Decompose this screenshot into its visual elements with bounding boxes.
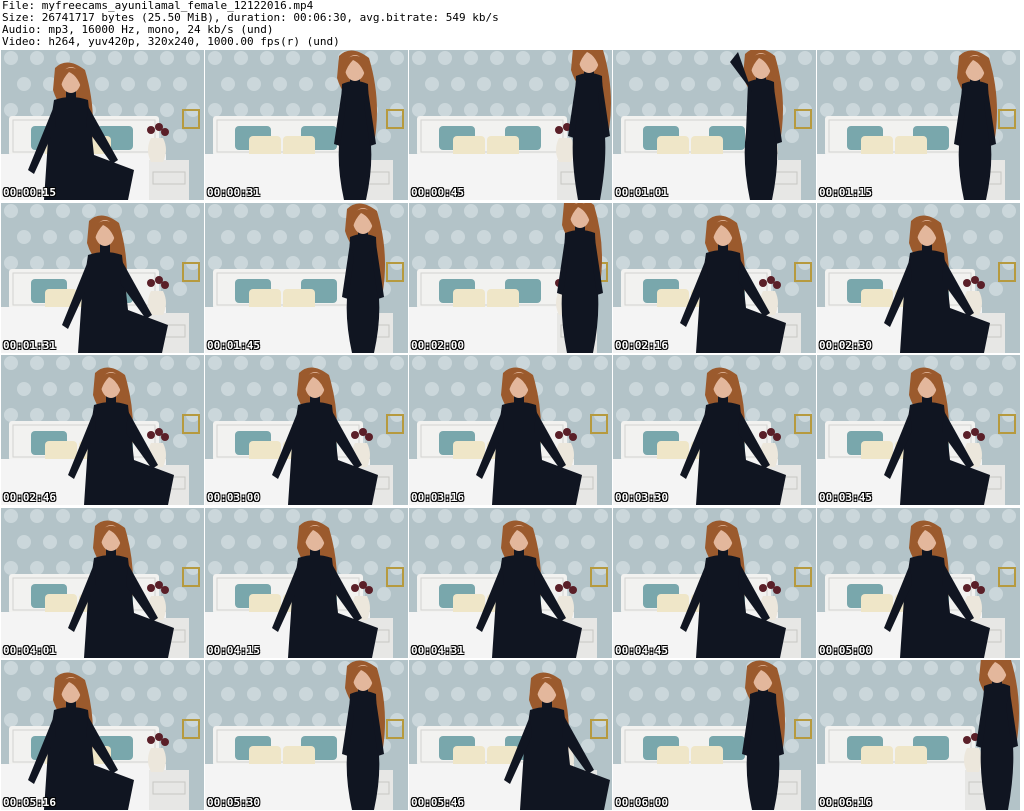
thumbnail-timestamp: 00:01:01 bbox=[615, 186, 668, 199]
audio-line: Audio: mp3, 16000 Hz, mono, 24 kb/s (und… bbox=[2, 24, 274, 36]
video-thumbnail: 00:02:16 bbox=[613, 202, 816, 353]
video-thumbnail: 00:02:00 bbox=[409, 202, 612, 353]
thumbnail-timestamp: 00:01:15 bbox=[819, 186, 872, 199]
thumbnail-image bbox=[817, 50, 1020, 200]
thumbnail-timestamp: 00:01:31 bbox=[3, 338, 56, 352]
video-thumbnail: 00:04:45 bbox=[613, 507, 816, 658]
thumbnail-timestamp: 00:04:15 bbox=[207, 643, 260, 657]
thumbnail-image bbox=[205, 355, 408, 505]
thumbnail-image bbox=[1, 507, 204, 658]
video-thumbnail: 00:03:00 bbox=[205, 355, 408, 505]
file-info-header: File: myfreecams_ayunilamal_female_12122… bbox=[2, 0, 1022, 48]
thumbnail-timestamp: 00:03:45 bbox=[819, 491, 872, 504]
thumbnail-grid: 00:00:15 00:00:31 00:00:45 00:01:01 00:01:15… bbox=[0, 50, 1024, 811]
thumbnail-timestamp: 00:02:00 bbox=[411, 338, 464, 352]
thumbnail-timestamp: 00:06:00 bbox=[615, 796, 668, 809]
thumbnail-timestamp: 00:03:30 bbox=[615, 491, 668, 504]
thumbnail-timestamp: 00:01:45 bbox=[207, 338, 260, 352]
size-line: Size: 26741717 bytes (25.50 MiB), durati… bbox=[2, 12, 499, 24]
video-thumbnail: 00:03:30 bbox=[613, 355, 816, 505]
thumbnail-image bbox=[1, 202, 204, 353]
video-thumbnail: 00:04:15 bbox=[205, 507, 408, 658]
video-thumbnail: 00:00:31 bbox=[205, 50, 408, 200]
thumbnail-image bbox=[817, 507, 1020, 658]
thumbnail-timestamp: 00:00:15 bbox=[3, 186, 56, 199]
thumbnail-image bbox=[613, 50, 816, 200]
video-thumbnail: 00:00:15 bbox=[1, 50, 204, 200]
thumbnail-timestamp: 00:00:31 bbox=[207, 186, 260, 199]
thumbnail-image bbox=[1, 355, 204, 505]
thumbnail-timestamp: 00:03:00 bbox=[207, 491, 260, 504]
video-thumbnail: 00:04:01 bbox=[1, 507, 204, 658]
thumbnail-image bbox=[205, 202, 408, 353]
thumbnail-timestamp: 00:02:30 bbox=[819, 338, 872, 352]
thumbnail-image bbox=[205, 507, 408, 658]
thumbnail-image bbox=[409, 355, 612, 505]
thumbnail-timestamp: 00:03:16 bbox=[411, 491, 464, 504]
thumbnail-image bbox=[817, 202, 1020, 353]
thumbnail-image bbox=[613, 355, 816, 505]
video-thumbnail: 00:06:16 bbox=[817, 660, 1020, 810]
video-thumbnail: 00:05:46 bbox=[409, 660, 612, 810]
thumbnail-image bbox=[817, 355, 1020, 505]
thumbnail-image bbox=[205, 660, 408, 810]
thumbnail-image bbox=[1, 50, 204, 200]
thumbnail-timestamp: 00:04:45 bbox=[615, 643, 668, 657]
thumbnail-image bbox=[613, 660, 816, 810]
thumbnail-timestamp: 00:04:31 bbox=[411, 643, 464, 657]
thumbnail-image bbox=[613, 507, 816, 658]
video-thumbnail: 00:03:45 bbox=[817, 355, 1020, 505]
video-thumbnail: 00:01:45 bbox=[205, 202, 408, 353]
thumbnail-image bbox=[409, 660, 612, 810]
video-thumbnail: 00:05:30 bbox=[205, 660, 408, 810]
thumbnail-timestamp: 00:05:16 bbox=[3, 796, 56, 809]
file-name-line: File: myfreecams_ayunilamal_female_12122… bbox=[2, 0, 314, 12]
thumbnail-timestamp: 00:00:45 bbox=[411, 186, 464, 199]
thumbnail-timestamp: 00:02:46 bbox=[3, 491, 56, 504]
video-thumbnail: 00:00:45 bbox=[409, 50, 612, 200]
video-thumbnail: 00:06:00 bbox=[613, 660, 816, 810]
video-thumbnail: 00:05:16 bbox=[1, 660, 204, 810]
thumbnail-timestamp: 00:02:16 bbox=[615, 338, 668, 352]
video-thumbnail: 00:04:31 bbox=[409, 507, 612, 658]
thumbnail-image bbox=[409, 507, 612, 658]
thumbnail-image bbox=[409, 202, 612, 353]
thumbnail-timestamp: 00:05:30 bbox=[207, 796, 260, 809]
thumbnail-timestamp: 00:05:00 bbox=[819, 643, 872, 657]
video-line: Video: h264, yuv420p, 320x240, 1000.00 f… bbox=[2, 36, 340, 48]
video-thumbnail: 00:01:01 bbox=[613, 50, 816, 200]
thumbnail-image bbox=[409, 50, 612, 200]
video-thumbnail: 00:02:46 bbox=[1, 355, 204, 505]
thumbnail-image bbox=[817, 660, 1020, 810]
thumbnail-image bbox=[205, 50, 408, 200]
video-thumbnail: 00:05:00 bbox=[817, 507, 1020, 658]
video-thumbnail: 00:01:15 bbox=[817, 50, 1020, 200]
video-thumbnail: 00:02:30 bbox=[817, 202, 1020, 353]
thumbnail-timestamp: 00:05:46 bbox=[411, 796, 464, 809]
thumbnail-image bbox=[613, 202, 816, 353]
thumbnail-image bbox=[1, 660, 204, 810]
thumbnail-timestamp: 00:06:16 bbox=[819, 796, 872, 809]
thumbnail-timestamp: 00:04:01 bbox=[3, 643, 56, 657]
video-thumbnail: 00:03:16 bbox=[409, 355, 612, 505]
video-thumbnail: 00:01:31 bbox=[1, 202, 204, 353]
